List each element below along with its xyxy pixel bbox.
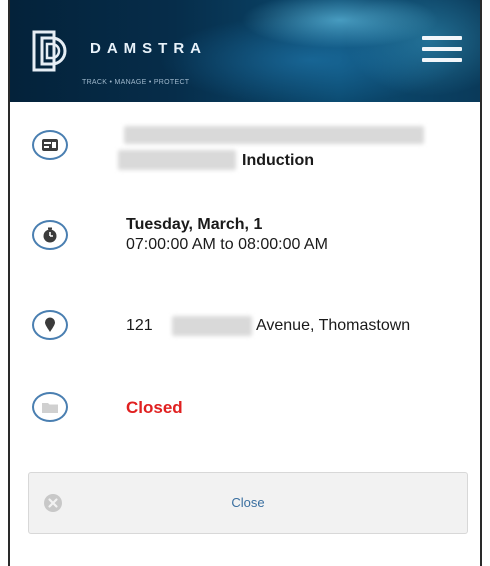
app-frame: DAMSTRA TRACK • MANAGE • PROTECT Inducti… [8,0,482,566]
menu-bar [422,36,462,40]
menu-bar [422,58,462,62]
schedule-row: Tuesday, March, 1 07:00:00 AM to 08:00:0… [10,210,480,270]
location-number: 121 [126,317,153,334]
location-row: 121 Avenue, Thomastown [10,300,480,350]
app-header: DAMSTRA TRACK • MANAGE • PROTECT [10,0,480,102]
redacted-street-name [172,316,252,336]
brand-name: DAMSTRA [90,40,207,57]
brand-tagline: TRACK • MANAGE • PROTECT [82,79,190,86]
event-time: 07:00:00 AM to 08:00:00 AM [126,236,328,253]
folder-icon [32,392,68,422]
status-row: Closed [10,384,480,434]
event-date: Tuesday, March, 1 [126,216,263,233]
event-title-suffix: Induction [242,152,314,169]
map-pin-icon [32,310,68,340]
damstra-logo-icon [32,30,67,72]
clock-icon [32,220,68,250]
id-card-icon [32,130,68,160]
event-title-row: Induction [10,120,480,180]
close-button[interactable]: Close [28,472,468,534]
redacted-title-prefix [118,150,236,170]
redacted-title-line [124,126,424,144]
status-label: Closed [126,398,183,417]
hamburger-menu-icon[interactable] [422,36,462,62]
menu-bar [422,47,462,51]
location-suffix: Avenue, Thomastown [256,317,411,334]
close-button-label: Close [231,495,265,510]
